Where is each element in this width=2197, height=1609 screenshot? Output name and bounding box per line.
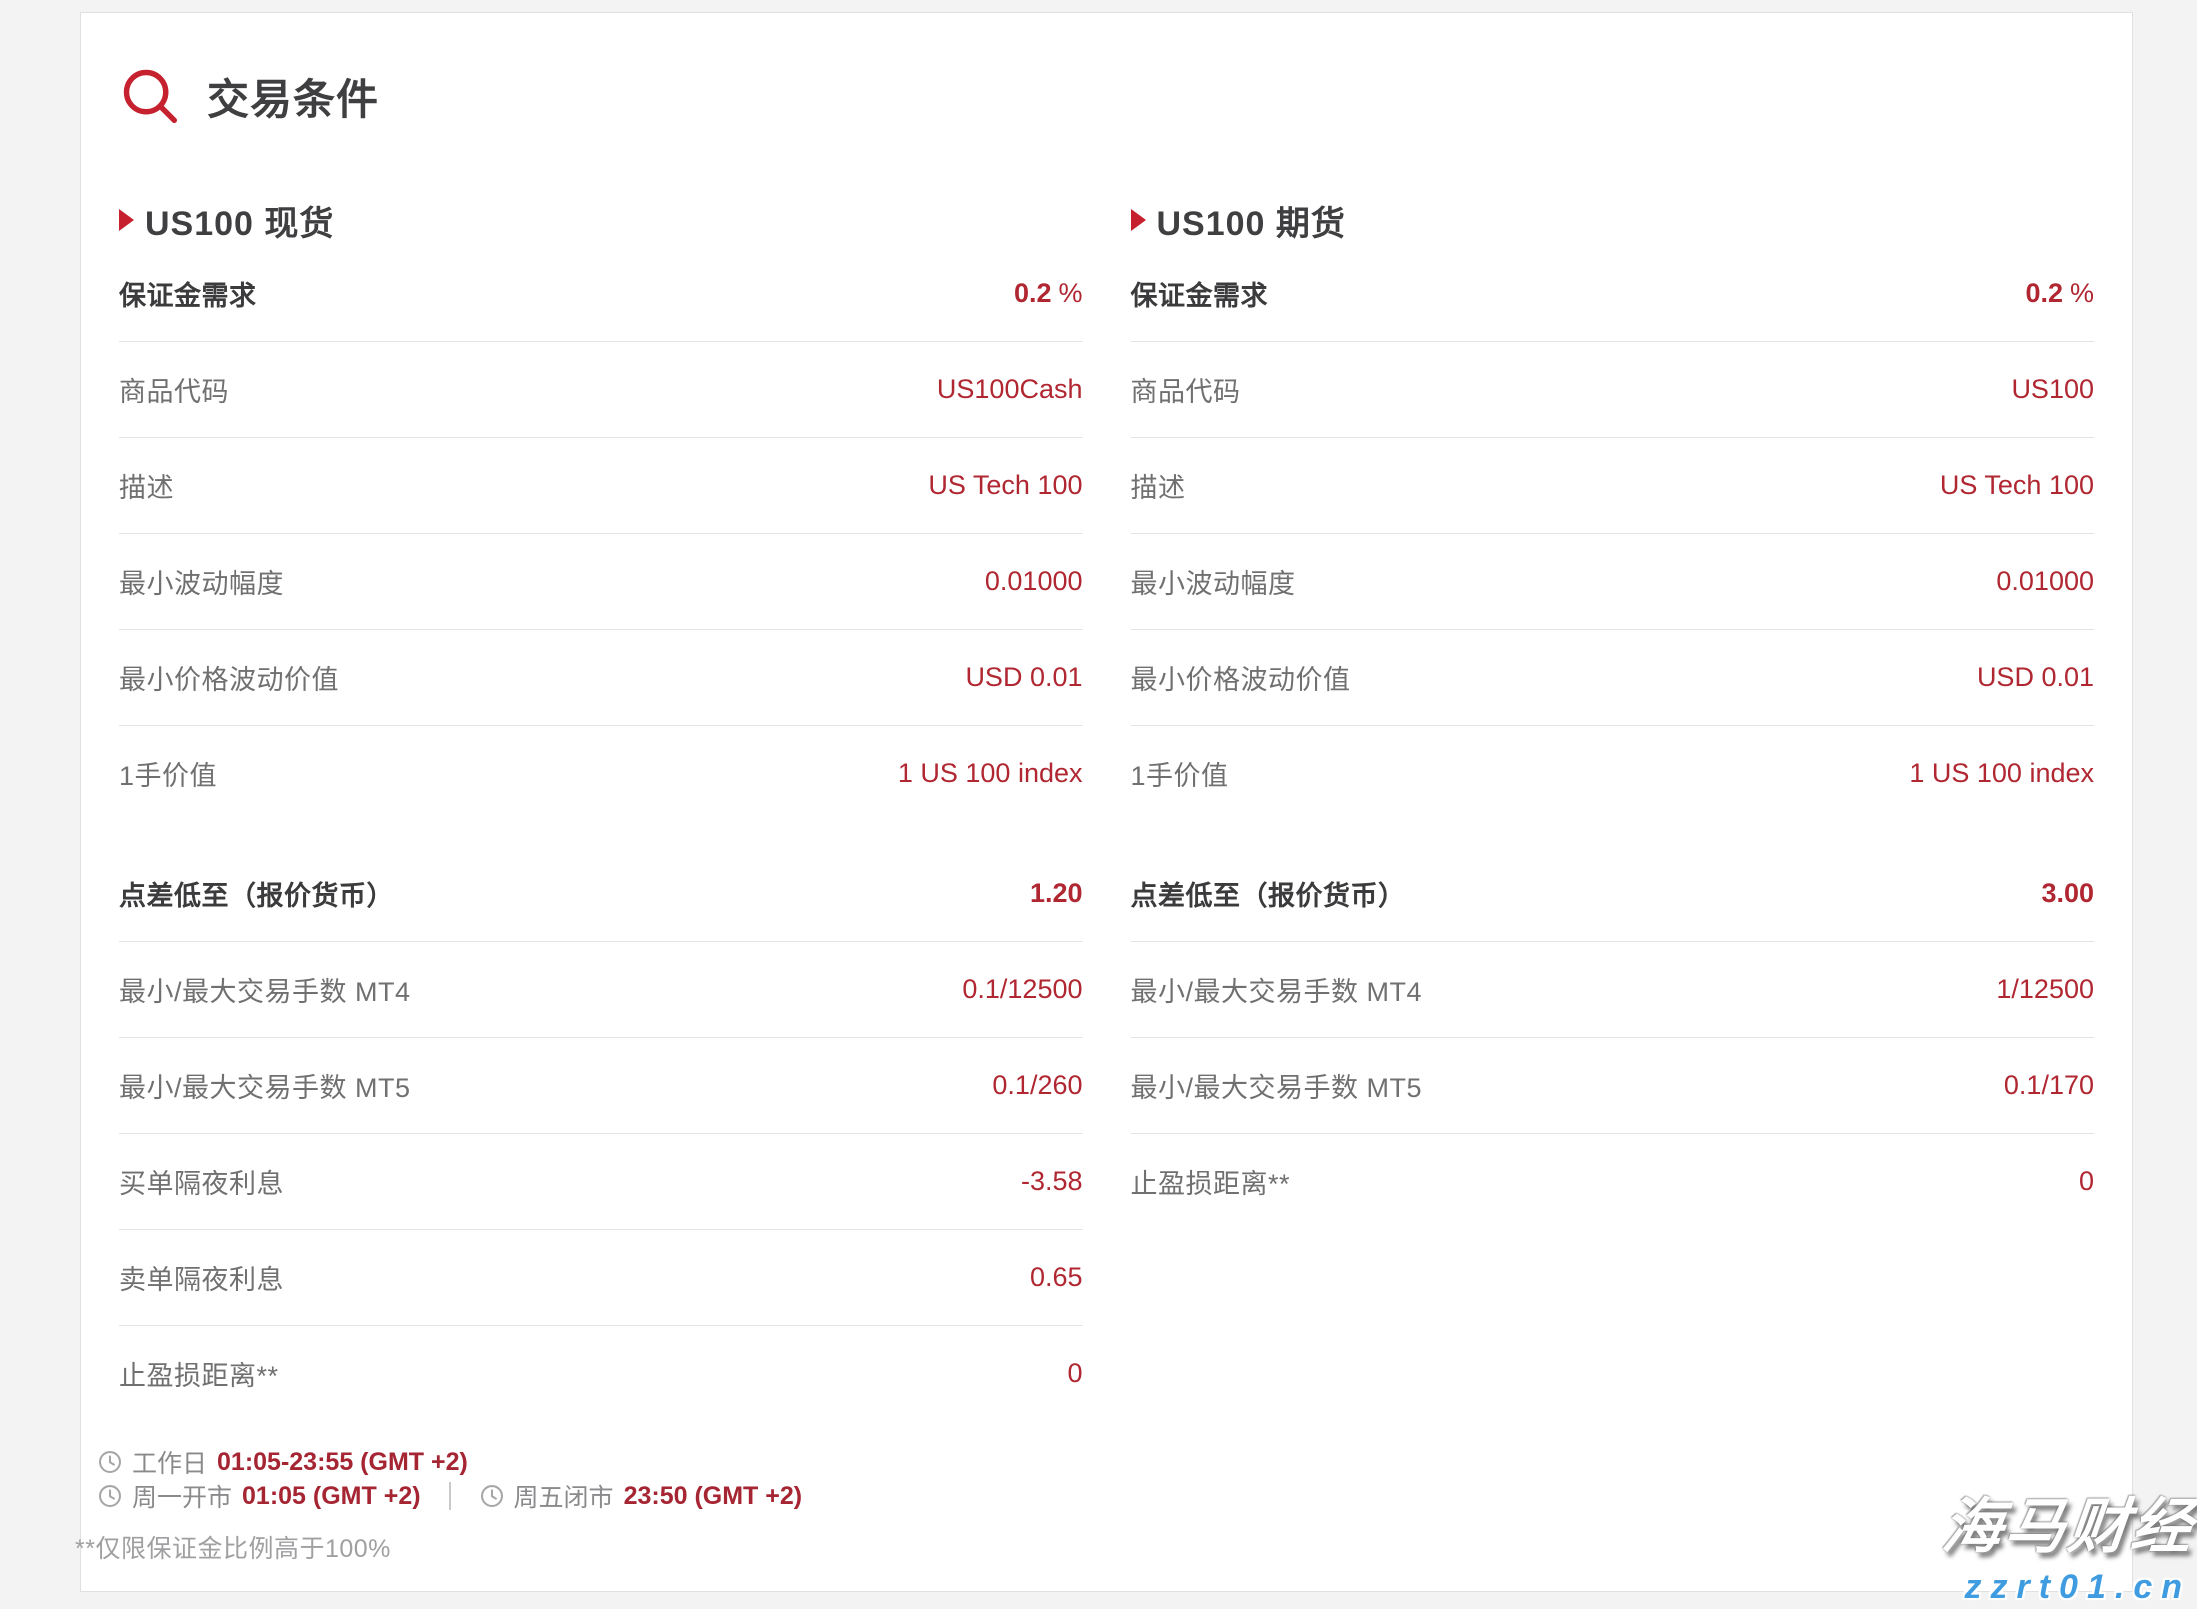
table-row-tick-value: 最小价格波动价值 USD 0.01 (119, 630, 1083, 726)
clock-icon (97, 1449, 123, 1475)
page-title: 交易条件 (207, 66, 379, 127)
row-value: USD 0.01 (965, 662, 1082, 693)
table-row-lot-value: 1手价值 1 US 100 index (119, 726, 1083, 821)
row-value: 1.20 (1030, 878, 1083, 909)
row-value: US100Cash (937, 374, 1083, 405)
triangle-bullet-icon (119, 209, 134, 231)
table-row-swap-short: 卖单隔夜利息 0.65 (119, 1230, 1083, 1326)
table-row-lots-mt5: 最小/最大交易手数 MT5 0.1/260 (119, 1038, 1083, 1134)
watermark-domain: zzrt01.cn (1965, 1568, 2192, 1607)
row-label: 1手价值 (119, 754, 217, 793)
row-value: 0.1/170 (2004, 1070, 2094, 1101)
row-label: 保证金需求 (1131, 274, 1269, 313)
row-value: 0.1/12500 (962, 974, 1082, 1005)
table-row-lots-mt4: 最小/最大交易手数 MT4 1/12500 (1131, 942, 2095, 1038)
row-label: 最小波动幅度 (1131, 562, 1296, 601)
table-row-min-fluctuation: 最小波动幅度 0.01000 (1131, 534, 2095, 630)
row-label: 最小价格波动价值 (119, 658, 339, 697)
row-value: 3.00 (2041, 878, 2094, 909)
row-value: 0 (1067, 1358, 1082, 1389)
tables-container: US100 现货 保证金需求 0.2% 商品代码 US100Cash 描述 US… (119, 202, 2094, 1565)
table-row-spread: 点差低至（报价货币） 1.20 (119, 846, 1083, 942)
friday-close-label: 周五闭市 (514, 1478, 614, 1514)
futures-column: US100 期货 保证金需求 0.2% 商品代码 US100 描述 US Tec… (1131, 202, 2095, 1565)
triangle-bullet-icon (1131, 209, 1146, 231)
row-value: 0.01000 (985, 566, 1083, 597)
margin-footnote: **仅限保证金比例高于100% (75, 1529, 1083, 1565)
row-value: 0.2% (2025, 278, 2094, 309)
table-row-tick-value: 最小价格波动价值 USD 0.01 (1131, 630, 2095, 726)
row-label: 保证金需求 (119, 274, 257, 313)
content-card: 交易条件 US100 现货 保证金需求 0.2% 商品代码 US100Cash (80, 12, 2133, 1592)
table-row-description: 描述 US Tech 100 (119, 438, 1083, 534)
clock-icon (97, 1483, 123, 1509)
table-row-symbol: 商品代码 US100 (1131, 342, 2095, 438)
row-label: 1手价值 (1131, 754, 1229, 793)
separator (449, 1482, 451, 1510)
futures-section-title: US100 期货 (1157, 196, 1346, 245)
table-row-lot-value: 1手价值 1 US 100 index (1131, 726, 2095, 821)
table-row-stop-level: 止盈损距离** 0 (1131, 1134, 2095, 1229)
table-row-description: 描述 US Tech 100 (1131, 438, 2095, 534)
row-label: 买单隔夜利息 (119, 1162, 284, 1201)
trading-hours: 工作日 01:05-23:55 (GMT +2) 周一开市 01:05 (GMT… (97, 1445, 1083, 1565)
open-close-hours-line: 周一开市 01:05 (GMT +2) 周五闭市 23:50 (GMT +2) (97, 1479, 1083, 1513)
table-row-margin: 保证金需求 0.2% (119, 246, 1083, 342)
row-value: US Tech 100 (1940, 470, 2094, 501)
table-row-stop-level: 止盈损距离** 0 (119, 1326, 1083, 1421)
row-label: 止盈损距离** (119, 1354, 279, 1393)
row-value: 1 US 100 index (898, 758, 1083, 789)
row-value: 1 US 100 index (1909, 758, 2094, 789)
row-label: 卖单隔夜利息 (119, 1258, 284, 1297)
weekday-hours-line: 工作日 01:05-23:55 (GMT +2) (97, 1445, 1083, 1479)
monday-open-time: 01:05 (GMT +2) (242, 1482, 421, 1511)
row-label: 商品代码 (119, 370, 229, 409)
row-label: 描述 (1131, 466, 1186, 505)
row-label: 最小/最大交易手数 MT5 (1131, 1066, 1423, 1105)
row-value: 1/12500 (1996, 974, 2094, 1005)
row-value: US Tech 100 (928, 470, 1082, 501)
row-label: 点差低至（报价货币） (119, 874, 394, 913)
table-row-min-fluctuation: 最小波动幅度 0.01000 (119, 534, 1083, 630)
row-value: US100 (2011, 374, 2094, 405)
table-row-lots-mt4: 最小/最大交易手数 MT4 0.1/12500 (119, 942, 1083, 1038)
weekday-time: 01:05-23:55 (GMT +2) (217, 1448, 468, 1477)
table-row-swap-long: 买单隔夜利息 -3.58 (119, 1134, 1083, 1230)
row-value: 0.2% (1014, 278, 1083, 309)
table-row-lots-mt5: 最小/最大交易手数 MT5 0.1/170 (1131, 1038, 2095, 1134)
search-icon (119, 65, 181, 127)
table-row-margin: 保证金需求 0.2% (1131, 246, 2095, 342)
table-row-spread: 点差低至（报价货币） 3.00 (1131, 846, 2095, 942)
row-label: 最小价格波动价值 (1131, 658, 1351, 697)
row-label: 最小/最大交易手数 MT5 (119, 1066, 411, 1105)
row-value: 0.01000 (1996, 566, 2094, 597)
weekday-label: 工作日 (132, 1444, 207, 1480)
row-label: 描述 (119, 466, 174, 505)
monday-open-label: 周一开市 (132, 1478, 232, 1514)
spot-section-header: US100 现货 (119, 202, 1083, 238)
row-value: -3.58 (1021, 1166, 1083, 1197)
row-label: 止盈损距离** (1131, 1162, 1291, 1201)
row-label: 商品代码 (1131, 370, 1241, 409)
spot-column: US100 现货 保证金需求 0.2% 商品代码 US100Cash 描述 US… (119, 202, 1083, 1565)
futures-section-header: US100 期货 (1131, 202, 2095, 238)
row-label: 点差低至（报价货币） (1131, 874, 1406, 913)
clock-icon (479, 1483, 505, 1509)
page: 交易条件 US100 现货 保证金需求 0.2% 商品代码 US100Cash (0, 0, 2197, 1609)
watermark-brand: 海马财经 (1938, 1478, 2197, 1565)
table-row-symbol: 商品代码 US100Cash (119, 342, 1083, 438)
friday-close-time: 23:50 (GMT +2) (624, 1482, 803, 1511)
row-value: 0.65 (1030, 1262, 1083, 1293)
row-label: 最小波动幅度 (119, 562, 284, 601)
futures-table: 保证金需求 0.2% 商品代码 US100 描述 US Tech 100 最小波… (1131, 246, 2095, 1229)
row-value: 0 (2079, 1166, 2094, 1197)
row-label: 最小/最大交易手数 MT4 (1131, 970, 1423, 1009)
row-value: 0.1/260 (992, 1070, 1082, 1101)
row-label: 最小/最大交易手数 MT4 (119, 970, 411, 1009)
spot-table: 保证金需求 0.2% 商品代码 US100Cash 描述 US Tech 100… (119, 246, 1083, 1421)
row-value: USD 0.01 (1977, 662, 2094, 693)
spot-section-title: US100 现货 (145, 196, 334, 245)
page-header: 交易条件 (119, 64, 2094, 128)
